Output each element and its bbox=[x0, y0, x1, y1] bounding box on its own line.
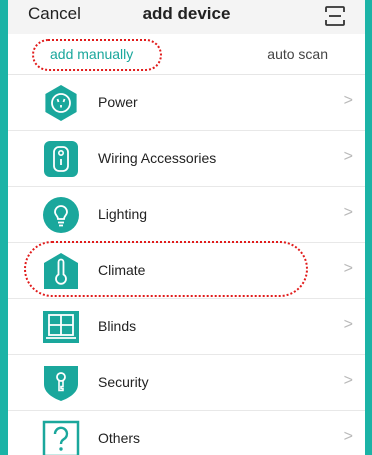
highlight-circle-climate bbox=[24, 241, 308, 297]
category-label: Lighting bbox=[98, 206, 148, 222]
question-icon bbox=[42, 420, 80, 455]
chevron-right-icon: > bbox=[343, 316, 353, 333]
highlight-circle-add-manually bbox=[32, 39, 162, 71]
light-bulb-icon bbox=[43, 197, 79, 233]
scan-icon[interactable] bbox=[324, 5, 346, 27]
category-item-power[interactable]: Power > bbox=[8, 75, 365, 131]
category-item-blinds[interactable]: Blinds > bbox=[8, 299, 365, 355]
add-device-screen: Cancel add device add manually auto scan… bbox=[8, 0, 365, 455]
category-label: Wiring Accessories bbox=[98, 150, 217, 166]
wall-switch-icon bbox=[44, 141, 78, 177]
chevron-right-icon: > bbox=[343, 260, 353, 277]
mode-tabs: add manually auto scan bbox=[8, 34, 365, 75]
category-label: Others bbox=[98, 430, 141, 446]
chevron-right-icon: > bbox=[343, 428, 353, 445]
category-item-wiring-accessories[interactable]: Wiring Accessories > bbox=[8, 131, 365, 187]
category-label: Security bbox=[98, 374, 149, 390]
chevron-right-icon: > bbox=[343, 92, 353, 109]
category-item-security[interactable]: Security > bbox=[8, 355, 365, 411]
chevron-right-icon: > bbox=[343, 148, 353, 165]
category-item-others[interactable]: Others > bbox=[8, 411, 365, 455]
security-shield-icon bbox=[44, 366, 78, 401]
power-socket-icon bbox=[45, 85, 77, 121]
category-label: Blinds bbox=[98, 318, 137, 334]
navigation-bar: Cancel add device bbox=[8, 0, 365, 34]
tab-auto-scan[interactable]: auto scan bbox=[267, 46, 328, 62]
category-item-lighting[interactable]: Lighting > bbox=[8, 187, 365, 243]
chevron-right-icon: > bbox=[343, 372, 353, 389]
chevron-right-icon: > bbox=[343, 204, 353, 221]
category-label: Power bbox=[98, 94, 138, 110]
page-title: add device bbox=[142, 4, 231, 23]
window-blinds-icon bbox=[43, 311, 79, 343]
